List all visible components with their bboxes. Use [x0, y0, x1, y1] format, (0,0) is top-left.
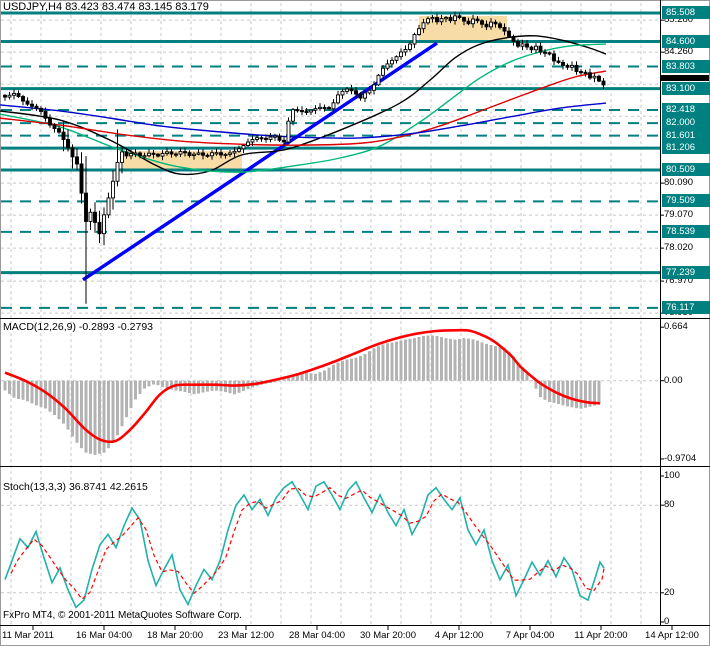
- mt4-chart-window: USDJPY,H4 83.423 83.474 83.145 83.179 MA…: [0, 0, 710, 646]
- time-axis[interactable]: [0, 626, 710, 646]
- price-axis[interactable]: [660, 0, 710, 625]
- stoch-panel-area[interactable]: [0, 467, 660, 625]
- price-chart-area[interactable]: [0, 0, 660, 318]
- macd-panel-area[interactable]: [0, 319, 660, 466]
